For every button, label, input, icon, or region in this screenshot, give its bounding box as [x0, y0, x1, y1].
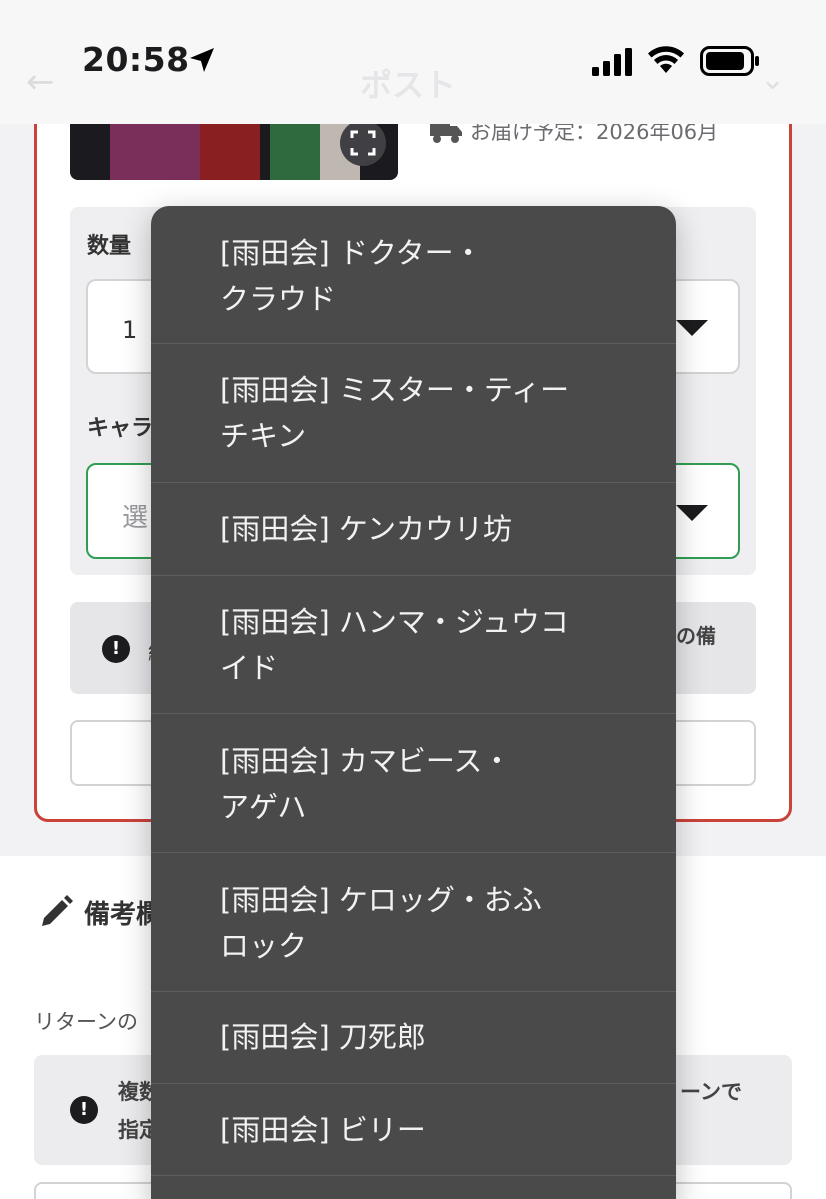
back-button[interactable]: ← [26, 62, 55, 102]
picker-option-label: [雨田会] ケロッグ・おふ ロック [220, 883, 542, 963]
location-arrow-icon [190, 48, 214, 72]
picker-option-label: [雨田会] ビリー [220, 1113, 426, 1147]
character-picker-menu: [雨田会] ドクター・ クラウド [雨田会] ミスター・ティー チキン [雨田会… [151, 206, 676, 1199]
picker-option-label: [雨田会] ハンマ・ジュウコ イド [220, 605, 569, 685]
expand-icon[interactable] [340, 120, 386, 166]
status-bar: 20:58 ← ポスト ⌄ [0, 0, 826, 124]
nav-menu-button[interactable]: ⌄ [760, 62, 785, 97]
picker-option[interactable]: [雨田会] カマビース・ アゲハ [151, 714, 676, 853]
return-text: リターンの [34, 1010, 138, 1034]
notes-notice-line1-end: ーンで [680, 1080, 742, 1104]
quantity-value: 1 [122, 316, 138, 344]
picker-option[interactable]: [雨田会] ビリー [151, 1084, 676, 1176]
quantity-label: 数量 [87, 234, 132, 259]
chevron-down-icon [676, 320, 708, 336]
alert-icon: ! [70, 1096, 98, 1124]
picker-option-label: [雨田会] ドクター・ クラウド [220, 236, 483, 316]
chevron-down-icon [676, 505, 708, 521]
picker-option[interactable]: [雨田会] ケンカウリ坊 [151, 483, 676, 576]
character-label: キャラ [87, 416, 154, 441]
cellular-signal-icon [592, 48, 632, 76]
nav-title: ポスト [360, 66, 457, 104]
picker-option-label: [雨田会] 刀死郎 [220, 1020, 426, 1054]
picker-option[interactable]: [雨田会] ミスター・ティー チキン [151, 344, 676, 483]
pencil-icon [42, 895, 73, 926]
picker-option[interactable]: [雨田会] ケロッグ・おふ ロック [151, 853, 676, 992]
picker-option-label: [雨田会] カマビース・ アゲハ [220, 744, 512, 824]
picker-option[interactable]: [雨田会] ハンマ・ジュウコ イド [151, 576, 676, 714]
picker-option[interactable]: [雨田会] 刀死郎 [151, 992, 676, 1084]
picker-option[interactable]: [雨田会] ドクター・ クラウド [151, 206, 676, 344]
notice-text-end: の備 [676, 624, 716, 648]
battery-icon [700, 46, 759, 76]
picker-option-label: [雨田会] ミスター・ティー チキン [220, 373, 570, 453]
status-time: 20:58 [82, 40, 190, 79]
wifi-icon [648, 46, 684, 73]
alert-icon: ! [102, 635, 130, 663]
picker-option-partial[interactable] [151, 1176, 676, 1199]
character-placeholder: 選 [122, 503, 149, 533]
picker-option-label: [雨田会] ケンカウリ坊 [220, 512, 512, 546]
